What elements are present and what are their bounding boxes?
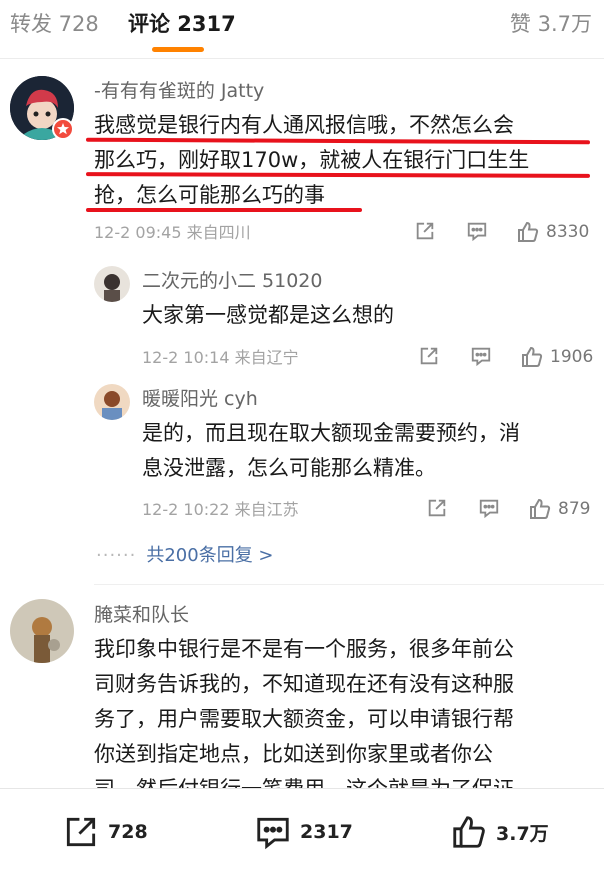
like-icon xyxy=(518,221,539,242)
reply-line: 息没泄露，怎么可能那么精准。 xyxy=(142,456,436,480)
comment-username[interactable]: 腌菜和队长 xyxy=(94,602,189,628)
like-button[interactable]: 879 xyxy=(528,497,590,521)
reply-button[interactable] xyxy=(466,220,488,242)
more-replies-dots: ······ xyxy=(96,545,137,566)
share-icon xyxy=(420,347,438,365)
comment-icon xyxy=(471,347,491,367)
comment-icon xyxy=(467,222,487,242)
comment-text: 我感觉是银行内有人通风报信哦，不然怎么会 那么巧，刚好取170w，就被人在银行门… xyxy=(94,108,594,213)
badge-icon xyxy=(52,118,74,140)
like-button[interactable]: 3.7万 xyxy=(450,813,549,851)
like-count: 3.7万 xyxy=(496,822,549,845)
comment-line: 我印象中银行是不是有一个服务，很多年前公 xyxy=(94,637,514,661)
like-icon xyxy=(530,498,551,519)
annotation-underline xyxy=(86,208,362,212)
comment-line: 务了，用户需要取大额资金，可以申请银行帮 xyxy=(94,707,514,731)
comment-line: 司财务告诉我的，不知道现在还有没有这种服 xyxy=(94,672,514,696)
reply-line: 是的，而且现在取大额现金需要预约，消 xyxy=(142,421,520,445)
reply-time-location: 12-2 10:22 来自江苏 xyxy=(142,500,299,519)
tab-comments[interactable]: 评论 2317 xyxy=(128,10,236,38)
share-button[interactable] xyxy=(414,220,436,242)
reply-button[interactable] xyxy=(478,497,500,519)
comment-line: 你送到指定地点，比如送到你家里或者你公 xyxy=(94,742,493,766)
comment-time-location: 12-2 09:45 来自四川 xyxy=(94,223,251,242)
more-replies-link[interactable]: ······ 共200条回复 > xyxy=(96,541,274,567)
tab-repost[interactable]: 转发 728 xyxy=(10,10,99,38)
avatar[interactable] xyxy=(94,266,130,302)
comment-icon xyxy=(257,817,289,850)
reply-text: 大家第一感觉都是这么想的 xyxy=(142,298,592,333)
like-count: 1906 xyxy=(550,347,594,367)
share-icon xyxy=(416,222,434,240)
comment-text: 我印象中银行是不是有一个服务，很多年前公 司财务告诉我的，不知道现在还有没有这种… xyxy=(94,632,594,807)
comment-button[interactable]: 2317 xyxy=(254,813,353,851)
tab-likes[interactable]: 赞 3.7万 xyxy=(510,10,592,38)
more-replies-label: 共200条回复 > xyxy=(146,545,274,566)
share-icon xyxy=(66,817,96,847)
comment-separator xyxy=(94,584,604,585)
reply-username[interactable]: 二次元的小二 51020 xyxy=(142,268,322,294)
repost-count: 728 xyxy=(108,821,148,843)
repost-button[interactable]: 728 xyxy=(62,813,148,851)
reply-line: 大家第一感觉都是这么想的 xyxy=(142,303,394,327)
avatar[interactable] xyxy=(94,384,130,420)
comment-username[interactable]: -有有有雀斑的 Jatty xyxy=(94,78,264,104)
share-button[interactable] xyxy=(418,345,440,367)
share-button[interactable] xyxy=(426,497,448,519)
comment-count: 2317 xyxy=(300,821,353,843)
like-button[interactable]: 8330 xyxy=(516,220,589,244)
bottom-action-bar: 728 2317 3.7万 xyxy=(0,788,604,876)
avatar[interactable] xyxy=(10,599,74,663)
like-icon xyxy=(522,346,543,367)
tab-divider xyxy=(0,58,604,59)
like-button[interactable]: 1906 xyxy=(520,345,593,369)
reply-button[interactable] xyxy=(470,345,492,367)
like-count: 8330 xyxy=(546,222,590,242)
reply-text: 是的，而且现在取大额现金需要预约，消 息没泄露，怎么可能那么精准。 xyxy=(142,416,592,486)
reply-username[interactable]: 暖暖阳光 cyh xyxy=(142,386,258,412)
comment-icon xyxy=(479,499,499,519)
reply-time-location: 12-2 10:14 来自辽宁 xyxy=(142,348,299,367)
share-icon xyxy=(428,499,446,517)
like-count: 879 xyxy=(558,499,591,519)
active-tab-indicator xyxy=(152,47,204,52)
like-icon xyxy=(453,816,485,848)
comment-tab-bar: 转发 728 评论 2317 赞 3.7万 xyxy=(0,0,604,56)
